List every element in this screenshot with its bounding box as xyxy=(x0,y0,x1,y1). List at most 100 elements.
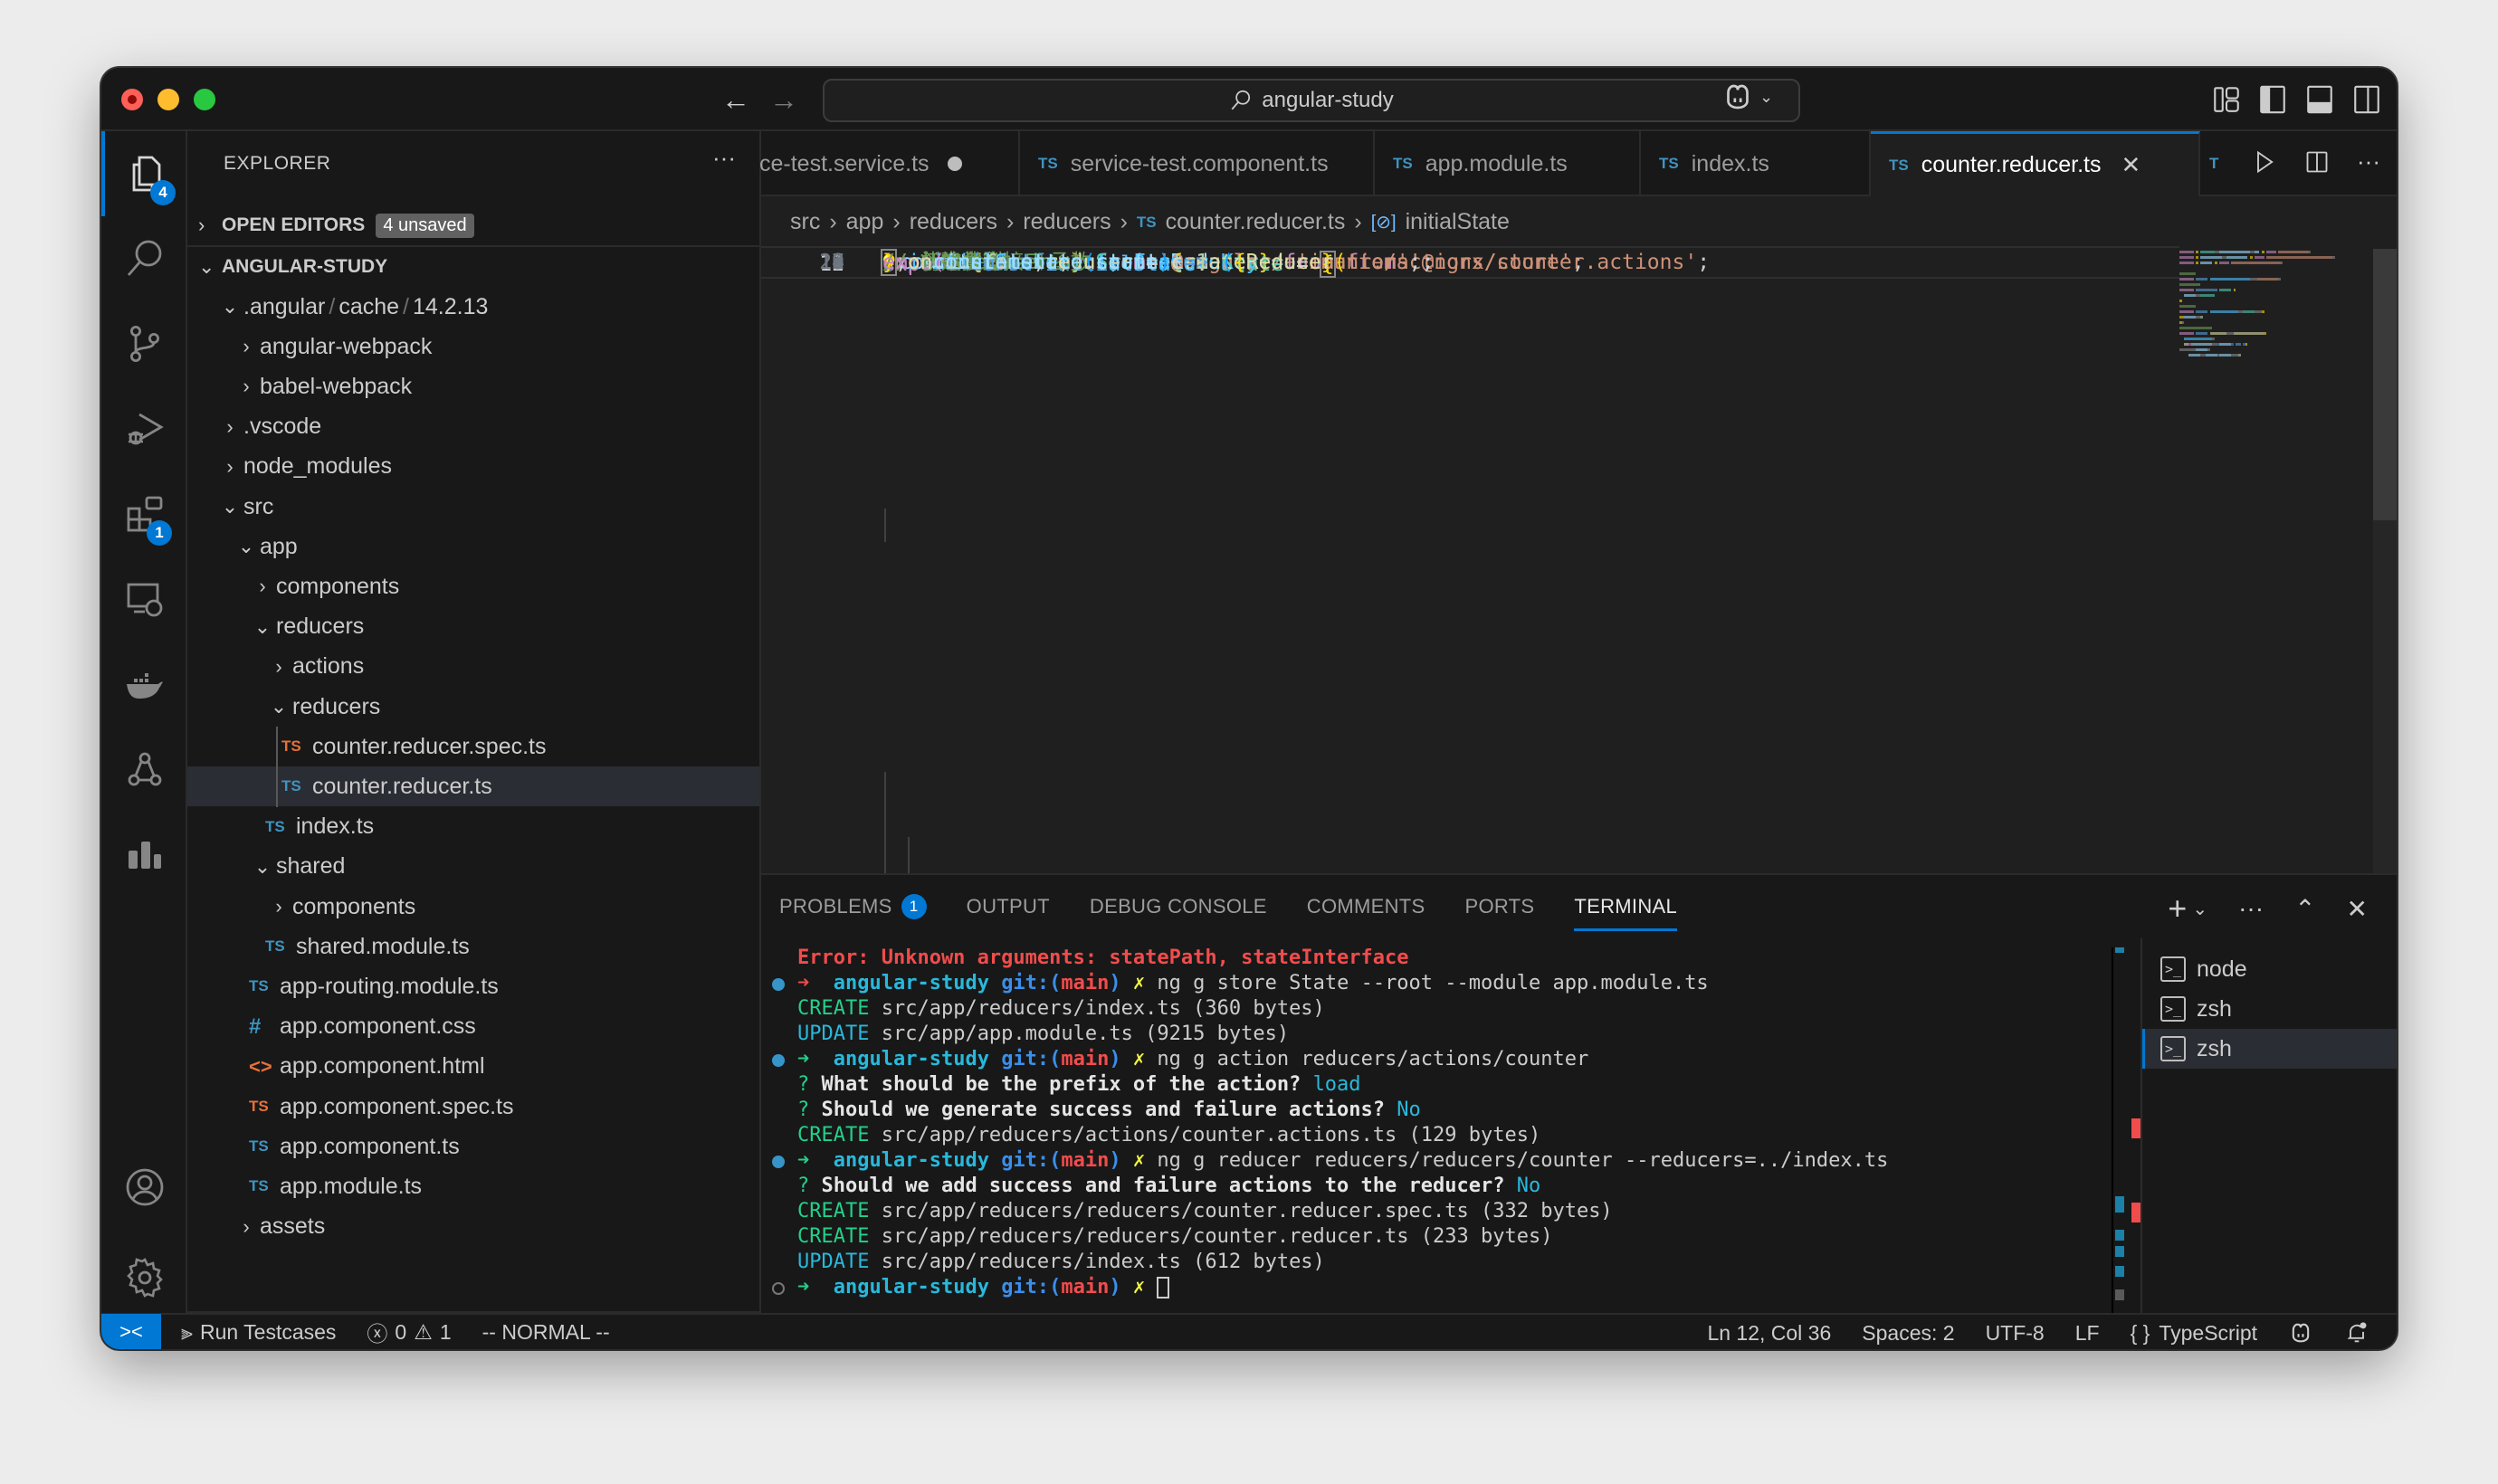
tree-file[interactable]: TS app-routing.module.ts xyxy=(187,966,759,1006)
copilot-button[interactable]: ⌄ xyxy=(1721,81,1773,113)
tab-problems[interactable]: PROBLEMS 1 xyxy=(779,875,927,938)
more-actions-button[interactable]: ··· xyxy=(712,144,736,172)
terminal-instance-zsh[interactable]: >_ zsh xyxy=(2142,1029,2397,1069)
tree-folder[interactable]: › assets xyxy=(187,1207,759,1247)
toggle-panel-icon[interactable] xyxy=(2304,84,2335,115)
tree-file[interactable]: TS app.component.spec.ts xyxy=(187,1087,759,1127)
editor-scrollbar-thumb[interactable] xyxy=(2373,249,2397,520)
breadcrumb-item[interactable]: initialState xyxy=(1406,209,1510,235)
code-line[interactable]: 20 count: state.count + 1 xyxy=(761,246,2179,279)
minimize-window-button[interactable] xyxy=(157,89,179,110)
command-decoration-icon[interactable] xyxy=(772,1282,785,1295)
tab-output[interactable]: OUTPUT xyxy=(967,875,1050,938)
more-actions-icon[interactable]: ··· xyxy=(2357,147,2380,176)
end-of-line[interactable]: LF xyxy=(2075,1321,2100,1346)
tab-debug-console[interactable]: DEBUG CONSOLE xyxy=(1090,875,1267,938)
customize-layout-icon[interactable] xyxy=(2211,84,2242,115)
activity-extensions[interactable]: 1 xyxy=(101,471,187,556)
tree-folder[interactable]: ⌄ shared xyxy=(187,847,759,887)
activity-gitlens[interactable] xyxy=(101,727,187,812)
terminal-instance-node[interactable]: >_ node xyxy=(2142,949,2397,989)
tree-folder[interactable]: › .vscode xyxy=(187,407,759,447)
tab-index[interactable]: TS index.ts xyxy=(1641,131,1871,196)
tree-folder[interactable]: ⌄ src xyxy=(187,487,759,527)
indentation[interactable]: Spaces: 2 xyxy=(1862,1321,1954,1346)
tab-service-test-component[interactable]: TS service-test.component.ts xyxy=(1020,131,1375,196)
tree-folder[interactable]: › node_modules xyxy=(187,447,759,487)
tab-terminal[interactable]: TERMINAL xyxy=(1574,875,1677,938)
tab-ports[interactable]: PORTS xyxy=(1465,875,1535,938)
maximize-window-button[interactable] xyxy=(194,89,215,110)
terminal-cursor[interactable] xyxy=(1157,1277,1170,1298)
activity-accounts[interactable] xyxy=(101,1145,187,1230)
activity-explorer[interactable]: 4 xyxy=(101,131,187,216)
activity-analytics[interactable] xyxy=(101,812,187,897)
forward-arrow-icon[interactable]: → xyxy=(769,79,798,120)
tab-app-module[interactable]: TS app.module.ts xyxy=(1375,131,1641,196)
tab-overflow[interactable]: T xyxy=(2200,131,2236,196)
code-editor[interactable]: 1 import { Action, createReducer, on } fr… xyxy=(761,246,2179,873)
terminal-instance-zsh[interactable]: >_ zsh xyxy=(2142,989,2397,1029)
problems-indicator[interactable]: ⓧ 0 ⚠ 1 xyxy=(367,1317,451,1347)
activity-remote-explorer[interactable] xyxy=(101,556,187,642)
minimap[interactable] xyxy=(2179,249,2373,357)
remote-indicator[interactable]: >< xyxy=(101,1314,161,1349)
tree-folder[interactable]: ⌄ reducers xyxy=(187,687,759,727)
terminal-dropdown-icon[interactable]: ⌄ xyxy=(2192,898,2207,920)
terminal-output[interactable]: Error: Unknown arguments: statePath, sta… xyxy=(761,946,2110,1313)
activity-run-debug[interactable] xyxy=(101,386,187,471)
tree-folder[interactable]: ⌄ app xyxy=(187,527,759,566)
run-testcases-button[interactable]: ⫸ Run Testcases xyxy=(181,1320,336,1345)
tab-counter-reducer[interactable]: TS counter.reducer.ts ✕ xyxy=(1871,131,2200,196)
tree-folder[interactable]: › babel-webpack xyxy=(187,366,759,406)
tree-file[interactable]: <> app.component.html xyxy=(187,1047,759,1087)
tree-folder[interactable]: › angular-webpack xyxy=(187,327,759,366)
breadcrumb-item[interactable]: counter.reducer.ts xyxy=(1166,209,1346,235)
language-mode[interactable]: { } TypeScript xyxy=(2131,1321,2257,1346)
close-panel-icon[interactable]: ✕ xyxy=(2347,894,2368,924)
split-editor-icon[interactable] xyxy=(2304,149,2330,175)
tree-folder[interactable]: ⌄ .angular / cache/14.2.13 xyxy=(187,287,759,327)
breadcrumb-item[interactable]: app xyxy=(846,209,884,235)
breadcrumb-item[interactable]: reducers xyxy=(1023,209,1111,235)
command-decoration-icon[interactable] xyxy=(772,1156,785,1168)
tree-file[interactable]: # app.component.css xyxy=(187,1007,759,1047)
tree-folder[interactable]: ⌄ reducers xyxy=(187,607,759,647)
tree-file[interactable]: TS counter.reducer.ts xyxy=(187,766,759,807)
close-tab-icon[interactable]: ✕ xyxy=(2121,151,2140,179)
tree-file[interactable]: TS app.component.ts xyxy=(187,1127,759,1166)
cursor-position[interactable]: Ln 12, Col 36 xyxy=(1707,1321,1831,1346)
toggle-primary-sidebar-icon[interactable] xyxy=(2257,84,2288,115)
breadcrumb-item[interactable]: src xyxy=(790,209,820,235)
tree-folder[interactable]: › components xyxy=(187,566,759,606)
toggle-secondary-sidebar-icon[interactable] xyxy=(2351,84,2382,115)
tab-comments[interactable]: COMMENTS xyxy=(1307,875,1425,938)
tree-folder[interactable]: › actions xyxy=(187,647,759,687)
breadcrumb-item[interactable]: reducers xyxy=(910,209,997,235)
notifications-bell-icon[interactable] xyxy=(2344,1320,2369,1346)
command-decoration-icon[interactable] xyxy=(772,978,785,991)
tree-folder[interactable]: › components xyxy=(187,887,759,927)
tree-file[interactable]: TS app.module.ts xyxy=(187,1166,759,1206)
activity-source-control[interactable] xyxy=(101,301,187,386)
copilot-icon[interactable] xyxy=(2288,1320,2313,1346)
tab-service-test-service[interactable]: ce-test.service.ts xyxy=(759,131,1020,196)
more-actions-icon[interactable]: ··· xyxy=(2238,894,2264,923)
activity-search[interactable] xyxy=(101,216,187,301)
tree-file[interactable]: TS counter.reducer.spec.ts xyxy=(187,727,759,766)
run-icon[interactable] xyxy=(2252,149,2277,175)
command-decoration-icon[interactable] xyxy=(772,1054,785,1067)
back-arrow-icon[interactable]: ← xyxy=(721,79,750,120)
tree-file[interactable]: TS index.ts xyxy=(187,807,759,847)
command-center-search[interactable]: angular-study xyxy=(823,79,1800,122)
new-terminal-icon[interactable]: + xyxy=(2168,889,2187,928)
activity-docker[interactable] xyxy=(101,642,187,727)
unsaved-dot-icon[interactable] xyxy=(947,157,962,171)
activity-manage[interactable] xyxy=(101,1235,187,1320)
maximize-panel-icon[interactable]: ⌃ xyxy=(2294,894,2315,924)
close-window-button[interactable] xyxy=(121,89,143,110)
tree-file[interactable]: TS shared.module.ts xyxy=(187,927,759,966)
project-section[interactable]: ⌄ ANGULAR-STUDY xyxy=(187,247,759,287)
encoding[interactable]: UTF-8 xyxy=(1986,1321,2045,1346)
open-editors-section[interactable]: › OPEN EDITORS 4 unsaved xyxy=(187,205,759,245)
